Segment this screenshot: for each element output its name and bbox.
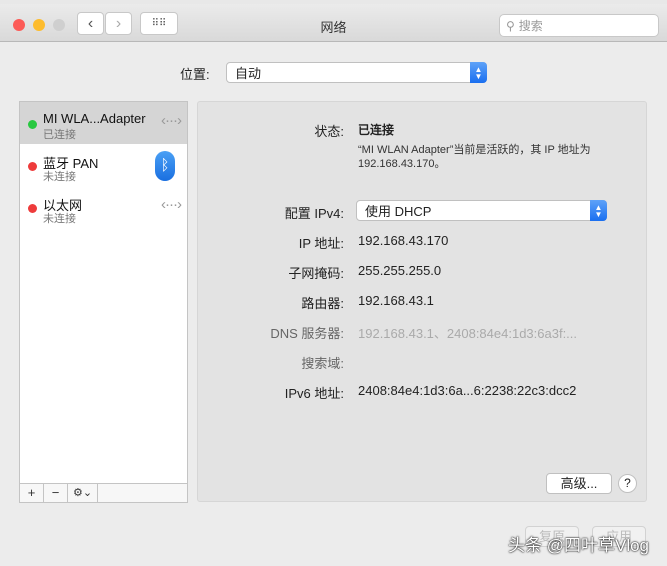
details-panel: 状态: 已连接 “MI WLAN Adapter”当前是活跃的，其 IP 地址为 … <box>197 101 647 502</box>
status-description-ip: 192.168.43.170。 <box>358 158 446 170</box>
service-item-bluetooth[interactable]: 蓝牙 PAN 未连接 ᛒ <box>20 144 187 186</box>
help-button[interactable]: ? <box>618 474 637 493</box>
status-dot <box>28 204 37 213</box>
ipv4-value: 使用 DHCP <box>365 204 432 219</box>
ip-value: 192.168.43.170 <box>358 233 449 248</box>
location-value: 自动 <box>235 66 262 81</box>
bluetooth-icon: ᛒ <box>155 151 175 181</box>
ipv6-value: 2408:84e4:1d3:6a...6:2238:22c3:dcc2 <box>358 383 577 398</box>
location-select[interactable]: 自动 ▲ ▼ <box>226 62 487 83</box>
service-item-wlan[interactable]: MI WLA...Adapter 已连接 ‹···› <box>20 102 187 144</box>
search-icon: ⚲ <box>506 18 515 33</box>
updown-icon: ▲ ▼ <box>470 62 487 83</box>
updown-icon: ▲ ▼ <box>590 200 607 221</box>
service-status: 未连接 <box>43 213 76 225</box>
ipv4-config-select[interactable]: 使用 DHCP ▲ ▼ <box>356 200 607 221</box>
status-dot <box>28 162 37 171</box>
service-item-ethernet[interactable]: 以太网 未连接 ‹···› <box>20 186 187 228</box>
status-description: “MI WLAN Adapter”当前是活跃的，其 IP 地址为 <box>358 144 591 156</box>
status-value: 已连接 <box>358 123 395 137</box>
gear-menu-button[interactable]: ⚙⌄ <box>68 484 98 502</box>
router-value: 192.168.43.1 <box>358 293 434 308</box>
service-name: MI WLA...Adapter <box>43 111 146 126</box>
search-input[interactable]: ⚲ 搜索 <box>499 14 659 37</box>
title-bar: ‹ › ⠿⠿ 网络 ⚲ 搜索 <box>0 4 667 42</box>
subnet-label: 子网掩码: <box>288 266 344 281</box>
ethernet-icon: ‹···› <box>161 112 182 129</box>
dns-label: DNS 服务器: <box>270 326 344 341</box>
router-label: 路由器: <box>301 296 344 311</box>
location-label: 位置: <box>180 67 210 82</box>
service-status: 已连接 <box>43 129 76 141</box>
status-label: 状态: <box>314 124 344 139</box>
advanced-button[interactable]: 高级... <box>546 473 612 494</box>
service-status: 未连接 <box>43 171 76 183</box>
service-list: MI WLA...Adapter 已连接 ‹···› 蓝牙 PAN 未连接 ᛒ … <box>19 101 188 503</box>
dns-value: 192.168.43.1、2408:84e4:1d3:6a3f:... <box>358 326 578 341</box>
search-placeholder: 搜索 <box>518 19 543 33</box>
search-domain-label: 搜索域: <box>301 356 344 371</box>
ethernet-icon: ‹···› <box>161 196 182 213</box>
watermark: 头条 @四叶草Vlog <box>508 536 650 555</box>
remove-service-button[interactable]: − <box>44 484 68 502</box>
status-dot <box>28 120 37 129</box>
ip-label: IP 地址: <box>298 236 344 251</box>
subnet-value: 255.255.255.0 <box>358 263 442 278</box>
add-service-button[interactable]: + <box>20 484 44 502</box>
list-toolbar: + − ⚙⌄ <box>20 483 187 502</box>
ipv6-label: IPv6 地址: <box>284 386 344 401</box>
ipv4-label: 配置 IPv4: <box>284 206 344 221</box>
